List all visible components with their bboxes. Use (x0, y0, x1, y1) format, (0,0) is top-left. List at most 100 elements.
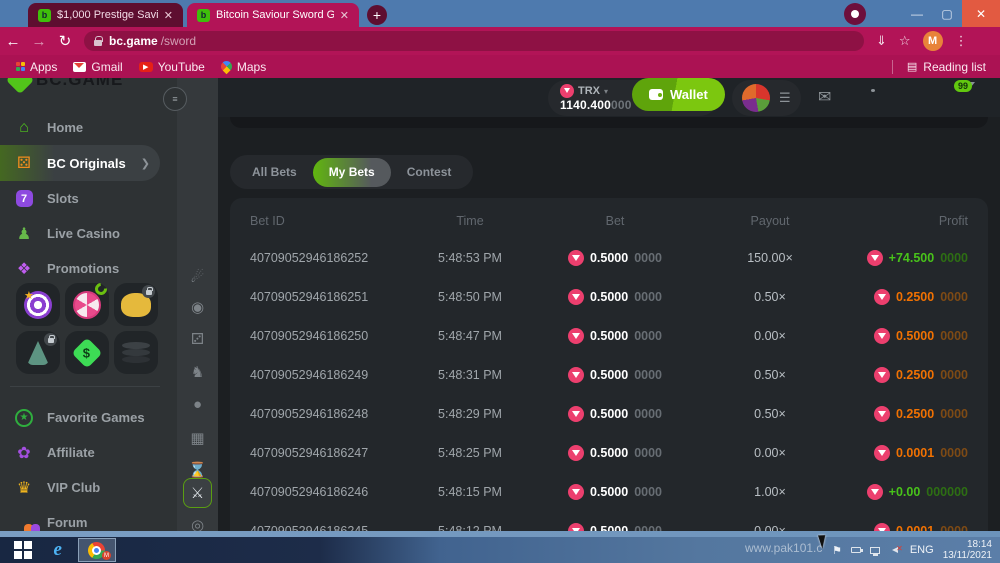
affiliate-icon: ✿ (14, 443, 34, 463)
lock-badge-icon (44, 333, 57, 346)
rail-game-roulette-icon[interactable]: ◎ (177, 516, 218, 531)
game-panel-bottom (230, 117, 988, 128)
trx-gem-icon (874, 406, 890, 422)
browser-tab-2-active[interactable]: b Bitcoin Saviour Sword Game - Pl ✕ (187, 3, 359, 27)
hamburger-icon: ☰ (779, 90, 791, 106)
bet-time: 5:48:15 PM (410, 485, 530, 499)
internet-explorer-icon[interactable]: e (54, 539, 62, 561)
start-button[interactable] (14, 541, 32, 559)
sidebar-item-affiliate[interactable]: ✿ Affiliate (0, 435, 177, 470)
browser-menu-icon[interactable]: ⋮ (955, 33, 968, 49)
close-tab-icon[interactable]: ✕ (164, 9, 173, 22)
trx-gem-icon (568, 367, 584, 383)
sidebar-item-slots[interactable]: 7 Slots (0, 181, 177, 216)
table-row[interactable]: 407090529461862475:48:25 PM0.500000000.0… (230, 433, 988, 472)
sidebar-item-promotions[interactable]: ❖ Promotions (0, 251, 177, 286)
clock-date: 13/11/2021 (943, 550, 992, 561)
game-tile-piggy-bank[interactable] (114, 283, 158, 326)
maximize-button[interactable]: ▢ (932, 0, 962, 27)
sidebar: BC.GAME ⌂ Home ⚄ BC Originals ❯ 7 Slots … (0, 78, 177, 531)
game-tile-coins[interactable] (114, 331, 158, 374)
chrome-taskbar-button[interactable]: M (78, 538, 116, 562)
language-indicator[interactable]: ENG (910, 544, 934, 556)
coin-stack-icon (122, 342, 150, 349)
bet-time: 5:48:12 PM (410, 524, 530, 532)
youtube-icon: ▶ (139, 62, 153, 72)
trx-gem-icon (874, 523, 890, 532)
network-icon[interactable] (870, 547, 880, 554)
tab-my-bets[interactable]: My Bets (313, 158, 391, 187)
taskbar: e M ⚑ ENG 18:14 13/11/2021 (0, 537, 1000, 563)
send-to-device-icon[interactable]: ⇓ (876, 33, 887, 49)
sidebar-item-live-casino[interactable]: ♟ Live Casino (0, 216, 177, 251)
bookmark-gmail[interactable]: Gmail (73, 60, 122, 74)
sidebar-item-bc-originals[interactable]: ⚄ BC Originals ❯ (0, 145, 160, 181)
reading-list-button[interactable]: ▤ Reading list (892, 60, 986, 74)
taskbar-clock[interactable]: 18:14 13/11/2021 (943, 539, 992, 561)
profit-amount: 0.50000000 (840, 328, 968, 344)
volume-muted-icon[interactable] (889, 545, 901, 555)
table-row[interactable]: 407090529461862485:48:29 PM0.500000000.5… (230, 394, 988, 433)
table-row[interactable]: 407090529461862465:48:15 PM0.500000001.0… (230, 472, 988, 511)
bet-id: 40709052946186251 (250, 290, 410, 304)
bet-amount: 0.50000000 (530, 289, 700, 305)
wallet-button[interactable]: Wallet (632, 78, 725, 111)
close-window-button[interactable]: ✕ (962, 0, 1000, 27)
rail-game-saviour-sword-icon[interactable]: ⚔ (183, 478, 212, 508)
mail-icon[interactable]: ✉ (818, 87, 831, 107)
sidebar-item-home[interactable]: ⌂ Home (0, 110, 177, 145)
tab-contest[interactable]: Contest (391, 155, 468, 189)
battery-icon[interactable] (851, 547, 861, 553)
bc-game-logo[interactable]: BC.GAME (10, 78, 123, 90)
table-row[interactable]: 407090529461862455:48:12 PM0.500000000.0… (230, 511, 988, 531)
tab-all-bets[interactable]: All Bets (236, 155, 313, 189)
game-tile-rocket[interactable] (16, 331, 60, 374)
new-tab-button[interactable]: + (367, 5, 387, 25)
table-row[interactable]: 407090529461862495:48:31 PM0.500000000.5… (230, 355, 988, 394)
action-center-flag-icon[interactable]: ⚑ (832, 544, 842, 557)
user-avatar[interactable] (742, 84, 770, 112)
close-tab-icon[interactable]: ✕ (340, 9, 349, 22)
rail-game-crash-icon[interactable]: ☄ (177, 268, 218, 286)
bookmark-apps[interactable]: Apps (16, 60, 57, 74)
media-extension-icon[interactable] (844, 3, 866, 25)
game-tile-dollar-tag[interactable]: $ (65, 331, 109, 374)
rail-game-video-poker-icon[interactable]: ▦ (177, 429, 218, 447)
user-menu[interactable]: ☰ (732, 80, 801, 116)
sidebar-item-favorite-games[interactable]: ★ Favorite Games (0, 400, 177, 435)
rail-game-plinko-icon[interactable]: ◉ (177, 298, 218, 316)
back-button[interactable]: ← (0, 33, 26, 50)
sidebar-item-vip-club[interactable]: ♛ VIP Club (0, 470, 177, 505)
payout-multiplier: 0.50× (700, 368, 840, 382)
sidebar-item-forum[interactable]: Forum (0, 505, 177, 531)
bets-tabs: All Bets My Bets Contest (230, 155, 473, 189)
crown-icon: ♛ (14, 478, 34, 498)
table-row[interactable]: 407090529461862505:48:47 PM0.500000000.0… (230, 316, 988, 355)
apps-grid-icon (16, 62, 25, 71)
sidebar-collapse-button[interactable]: ≡ (163, 87, 187, 111)
browser-tab-1[interactable]: b $1,000 Prestige Saviour Sword C ✕ (28, 3, 183, 27)
bookmark-youtube[interactable]: ▶ YouTube (139, 60, 205, 74)
profile-avatar[interactable]: M (923, 31, 943, 51)
game-tile-wheel[interactable] (65, 283, 109, 326)
forward-button[interactable]: → (26, 33, 52, 50)
minimize-button[interactable]: — (902, 0, 932, 27)
rail-game-hilo-icon[interactable]: ♞ (177, 363, 218, 381)
profit-amount: +74.5000000 (840, 250, 968, 266)
rail-game-classic-dice-icon[interactable]: ⚂ (177, 330, 218, 348)
bookmark-star-icon[interactable]: ☆ (899, 33, 911, 49)
table-row[interactable]: 407090529461862515:48:50 PM0.500000000.5… (230, 277, 988, 316)
chat-badge: 99 (954, 80, 972, 92)
url-bar[interactable]: bc.game/sword (84, 31, 864, 51)
game-tile-spin-target[interactable]: ★ (16, 283, 60, 326)
table-row[interactable]: 407090529461862525:48:53 PM0.50000000150… (230, 238, 988, 277)
rail-game-ball-icon[interactable]: ● (177, 396, 218, 413)
bet-time: 5:48:25 PM (410, 446, 530, 460)
bookmark-maps[interactable]: Maps (221, 60, 266, 74)
bet-id: 40709052946186250 (250, 329, 410, 343)
bet-time: 5:48:50 PM (410, 290, 530, 304)
bet-amount: 0.50000000 (530, 328, 700, 344)
reload-button[interactable]: ↻ (52, 32, 78, 50)
rail-game-limbo-icon[interactable]: ⌛ (177, 461, 218, 479)
bet-time: 5:48:29 PM (410, 407, 530, 421)
